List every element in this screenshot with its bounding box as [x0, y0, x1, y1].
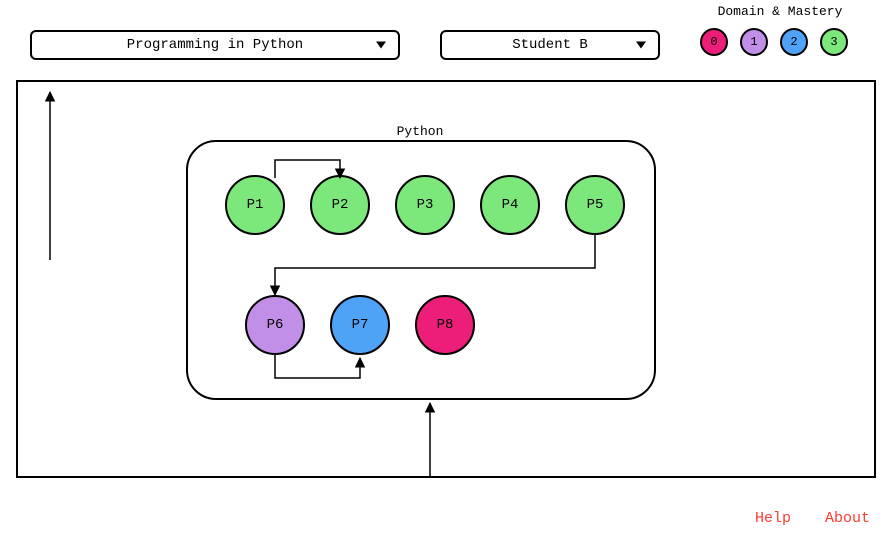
- about-link[interactable]: About: [825, 510, 870, 527]
- course-dropdown[interactable]: Programming in Python: [30, 30, 400, 60]
- help-link[interactable]: Help: [755, 510, 791, 527]
- legend-level-0: 0: [700, 28, 728, 56]
- node-p4[interactable]: P4: [480, 175, 540, 235]
- legend-level-2: 2: [780, 28, 808, 56]
- node-p5[interactable]: P5: [565, 175, 625, 235]
- student-dropdown-label: Student B: [442, 37, 658, 53]
- node-p3[interactable]: P3: [395, 175, 455, 235]
- node-p2[interactable]: P2: [310, 175, 370, 235]
- node-p1[interactable]: P1: [225, 175, 285, 235]
- legend-title: Domain & Mastery: [700, 4, 860, 19]
- node-p8[interactable]: P8: [415, 295, 475, 355]
- legend-level-1: 1: [740, 28, 768, 56]
- student-dropdown[interactable]: Student B: [440, 30, 660, 60]
- chevron-down-icon: [376, 42, 386, 49]
- legend: Domain & Mastery: [700, 4, 860, 19]
- course-dropdown-label: Programming in Python: [32, 37, 398, 53]
- node-p7[interactable]: P7: [330, 295, 390, 355]
- node-p6[interactable]: P6: [245, 295, 305, 355]
- group-python-label: Python: [380, 124, 460, 139]
- legend-level-3: 3: [820, 28, 848, 56]
- legend-row: 0 1 2 3: [700, 28, 848, 56]
- chevron-down-icon: [636, 42, 646, 49]
